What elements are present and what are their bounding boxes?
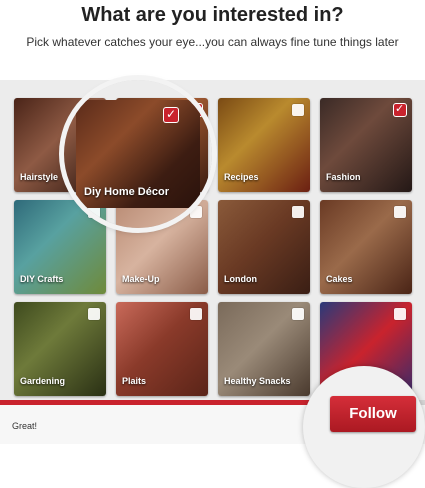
- category-tile-healthy-snacks[interactable]: Healthy Snacks: [218, 302, 310, 396]
- status-text: Great!: [12, 421, 38, 431]
- checked-checkbox-icon[interactable]: [394, 102, 406, 116]
- category-label: Gardening: [20, 376, 66, 386]
- category-label: Hairstyle: [20, 172, 59, 182]
- checkbox-icon[interactable]: [190, 308, 202, 320]
- checkbox-icon[interactable]: [394, 308, 406, 320]
- magnified-category-label: Diy Home Décor: [84, 186, 169, 198]
- category-label: Plaits: [122, 376, 147, 386]
- category-label: DIY Crafts: [20, 274, 64, 284]
- category-tile-fashion[interactable]: Fashion: [320, 98, 412, 192]
- category-tile-recipes[interactable]: Recipes: [218, 98, 310, 192]
- category-label: Make-Up: [122, 274, 160, 284]
- category-label: Cakes: [326, 274, 353, 284]
- category-tile-london[interactable]: London: [218, 200, 310, 294]
- category-tile-plaits[interactable]: Plaits: [116, 302, 208, 396]
- category-tile-gardening[interactable]: Gardening: [14, 302, 106, 396]
- category-tile-cakes[interactable]: Cakes: [320, 200, 412, 294]
- category-label: Healthy Snacks: [224, 376, 291, 386]
- checkbox-icon[interactable]: [88, 308, 100, 320]
- category-label: Fashion: [326, 172, 361, 182]
- header: What are you interested in? Pick whateve…: [0, 0, 425, 80]
- category-tile-diy-crafts[interactable]: DIY Crafts: [14, 200, 106, 294]
- category-label: London: [224, 274, 257, 284]
- checkbox-icon[interactable]: [394, 206, 406, 218]
- checkbox-icon[interactable]: [292, 104, 304, 116]
- category-label: Recipes: [224, 172, 259, 182]
- page-title: What are you interested in?: [81, 4, 344, 26]
- category-grid: Hairstyle Diy Home Décor Recipes Fashion…: [0, 80, 425, 400]
- page-subtitle: Pick whatever catches your eye...you can…: [26, 35, 399, 49]
- follow-button[interactable]: Follow: [330, 396, 416, 432]
- checked-checkbox-icon[interactable]: [164, 107, 178, 122]
- checkbox-icon[interactable]: [292, 206, 304, 218]
- magnified-tile-diy-home-decor[interactable]: Diy Home Décor: [64, 80, 212, 228]
- checkbox-icon[interactable]: [292, 308, 304, 320]
